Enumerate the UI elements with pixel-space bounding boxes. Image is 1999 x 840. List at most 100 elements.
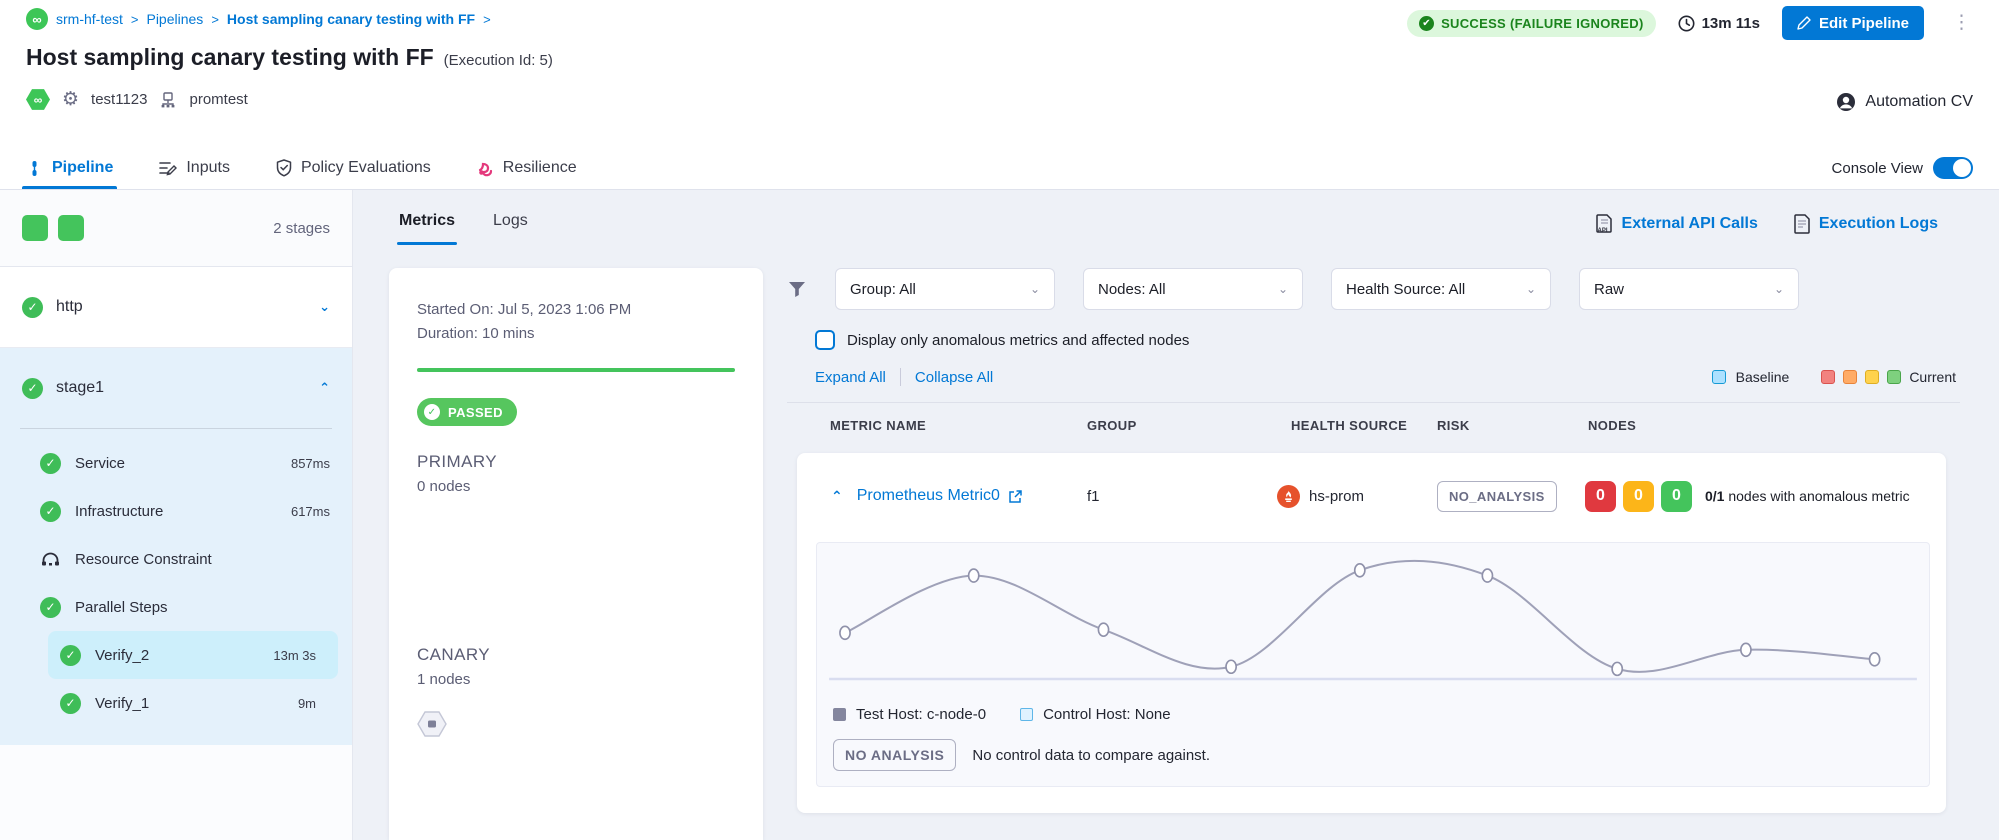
- step-label: Verify_1: [95, 695, 149, 712]
- verify-tabbar: Metrics Logs: [383, 190, 765, 245]
- success-check-icon: ✓: [60, 693, 81, 714]
- canary-block: CANARY 1 nodes: [417, 645, 735, 738]
- harness-project-icon: ∞: [26, 8, 48, 30]
- stage-sidebar: 2 stages ✓ http ⌄ ✓ stage1 ⌃ ✓ Service 8…: [0, 190, 353, 840]
- verification-summary-panel: Metrics Logs Started On: Jul 5, 2023 1:0…: [383, 190, 765, 840]
- edit-pipeline-button[interactable]: Edit Pipeline: [1782, 6, 1924, 40]
- success-check-icon: ✓: [40, 501, 61, 522]
- canary-label: CANARY: [417, 645, 735, 665]
- col-nodes: NODES: [1588, 418, 1636, 433]
- sidebar-step-service[interactable]: ✓ Service 857ms: [0, 439, 352, 487]
- execution-logs-label: Execution Logs: [1819, 215, 1938, 233]
- anomalous-count-badge: 0: [1585, 481, 1616, 512]
- sidebar-step-verify-2[interactable]: ✓ Verify_2 13m 3s: [48, 631, 338, 679]
- stage-count: 2 stages: [273, 220, 330, 237]
- nodes-summary: 0/1 nodes with anomalous metric: [1705, 487, 1935, 506]
- external-api-calls-link[interactable]: API External API Calls: [1595, 214, 1758, 234]
- data-type-value: Raw: [1594, 281, 1624, 298]
- collapse-chevron-icon[interactable]: ⌃: [831, 488, 843, 505]
- metric-line-chart[interactable]: [823, 549, 1923, 699]
- health-source-value: hs-prom: [1309, 488, 1364, 505]
- canary-node-hexagon-icon[interactable]: [417, 710, 735, 738]
- canary-node-count: 1 nodes: [417, 671, 735, 688]
- test-host-swatch: [833, 708, 846, 721]
- resilience-icon: [477, 160, 494, 177]
- tab-policy-evaluations[interactable]: Policy Evaluations: [276, 147, 431, 189]
- no-analysis-badge: NO ANALYSIS: [833, 739, 956, 771]
- verify-progress-bar: [417, 368, 735, 372]
- anomalous-filter-row: Display only anomalous metrics and affec…: [815, 330, 1189, 350]
- breadcrumb-project[interactable]: srm-hf-test: [56, 11, 123, 27]
- collapse-all-link[interactable]: Collapse All: [915, 369, 993, 386]
- execution-logs-link[interactable]: Execution Logs: [1794, 214, 1938, 234]
- tab-pipeline[interactable]: Pipeline: [26, 147, 113, 189]
- divider: [20, 428, 332, 429]
- chevron-up-icon[interactable]: ⌃: [319, 380, 330, 396]
- pencil-icon: [1797, 16, 1811, 30]
- chart-legend-row: Test Host: c-node-0 Control Host: None: [833, 706, 1171, 723]
- breadcrumb-pipelines[interactable]: Pipelines: [146, 11, 203, 27]
- sidebar-step-resource-constraint[interactable]: Resource Constraint: [0, 535, 352, 583]
- check-icon: ✔: [1419, 16, 1434, 31]
- title-row: Host sampling canary testing with FF (Ex…: [26, 44, 553, 71]
- prometheus-icon: [1277, 485, 1300, 508]
- clock-icon: [1678, 15, 1695, 32]
- current-legend-label: Current: [1909, 369, 1956, 385]
- sidebar-step-infrastructure[interactable]: ✓ Infrastructure 617ms: [0, 487, 352, 535]
- sidebar-stage-stage1[interactable]: ✓ stage1 ⌃: [0, 348, 352, 428]
- tab-inputs[interactable]: Inputs: [159, 147, 230, 189]
- primary-node-count: 0 nodes: [417, 478, 735, 495]
- service-name: test1123: [91, 91, 147, 108]
- tab-resilience[interactable]: Resilience: [477, 147, 577, 189]
- console-view-control: Console View: [1832, 157, 1973, 179]
- test-host-legend: Test Host: c-node-0: [833, 706, 986, 723]
- control-host-swatch: [1020, 708, 1033, 721]
- tab-inputs-label: Inputs: [186, 159, 230, 177]
- chevron-right-icon: >: [131, 12, 139, 27]
- node-count-badges: 0 0 0: [1585, 481, 1692, 512]
- passed-badge: ✓ PASSED: [417, 398, 517, 426]
- console-view-toggle[interactable]: [1933, 157, 1973, 179]
- chevron-down-icon: ⌄: [1774, 282, 1784, 296]
- pipeline-icon: [26, 160, 43, 177]
- test-host-label: Test Host: c-node-0: [856, 706, 986, 723]
- chevron-down-icon[interactable]: ⌄: [319, 299, 330, 315]
- current-orange-swatch: [1843, 370, 1857, 384]
- expand-all-link[interactable]: Expand All: [815, 369, 886, 386]
- sidebar-step-parallel-steps[interactable]: ✓ Parallel Steps: [0, 583, 352, 631]
- tab-metrics[interactable]: Metrics: [399, 212, 455, 245]
- document-icon: [1794, 214, 1810, 234]
- elapsed-time-label: 13m 11s: [1702, 15, 1760, 32]
- success-check-icon: ✓: [22, 297, 43, 318]
- filter-icon[interactable]: [787, 279, 807, 299]
- chevron-down-icon: ⌄: [1030, 282, 1040, 296]
- control-host-legend: Control Host: None: [1020, 706, 1171, 723]
- verify-summary-card: Started On: Jul 5, 2023 1:06 PM Duration…: [389, 268, 763, 840]
- more-options-icon[interactable]: ⋮: [1946, 16, 1977, 30]
- api-document-icon: API: [1595, 214, 1613, 234]
- sidebar-stage-http[interactable]: ✓ http ⌄: [0, 267, 352, 348]
- metric-name-link[interactable]: Prometheus Metric0: [857, 487, 1000, 505]
- breadcrumb-pipeline-name[interactable]: Host sampling canary testing with FF: [227, 11, 475, 27]
- chart-color-legend: Baseline Current: [1712, 369, 1960, 385]
- tab-pipeline-label: Pipeline: [52, 159, 113, 177]
- anomalous-checkbox[interactable]: [815, 330, 835, 350]
- col-metric-name: METRIC NAME: [830, 418, 926, 433]
- health-source-cell: hs-prom: [1277, 485, 1364, 508]
- elapsed-time: 13m 11s: [1678, 15, 1760, 32]
- inputs-icon: [159, 160, 177, 176]
- sidebar-step-verify-1[interactable]: ✓ Verify_1 9m: [48, 679, 338, 727]
- health-source-filter-dropdown[interactable]: Health Source: All ⌄: [1331, 268, 1551, 310]
- console-view-label: Console View: [1832, 160, 1923, 177]
- data-type-dropdown[interactable]: Raw ⌄: [1579, 268, 1799, 310]
- nodes-filter-dropdown[interactable]: Nodes: All ⌄: [1083, 268, 1303, 310]
- stage-label: http: [56, 298, 83, 316]
- step-duration: 9m: [298, 696, 316, 711]
- tab-logs[interactable]: Logs: [493, 212, 528, 245]
- trigger-user: Automation CV: [1836, 92, 1973, 112]
- primary-label: PRIMARY: [417, 452, 735, 472]
- external-link-icon[interactable]: [1008, 489, 1023, 504]
- group-filter-dropdown[interactable]: Group: All ⌄: [835, 268, 1055, 310]
- chevron-right-icon: >: [211, 12, 219, 27]
- trigger-user-name: Automation CV: [1865, 93, 1973, 111]
